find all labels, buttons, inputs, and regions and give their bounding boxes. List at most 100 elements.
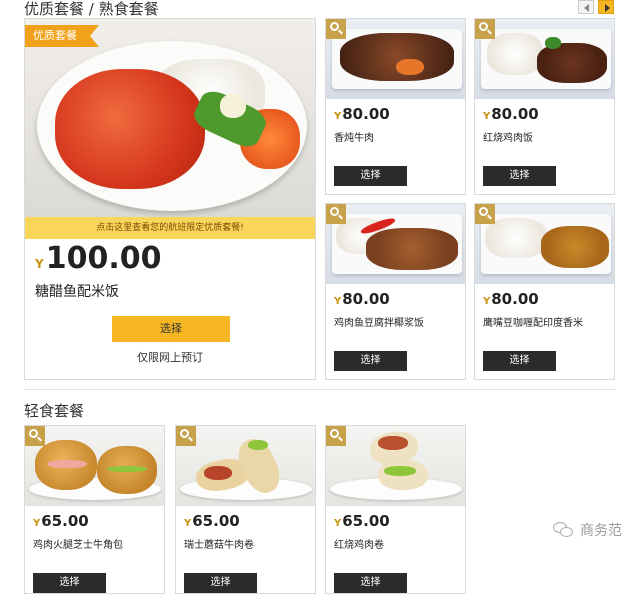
herb-garnish xyxy=(545,37,561,49)
lettuce-filling xyxy=(248,440,268,450)
price-value: 80.00 xyxy=(491,105,539,123)
meal-card[interactable]: Y80.00 鹰嘴豆咖喱配印度香米 选择 xyxy=(474,203,615,380)
cauliflower xyxy=(220,94,246,118)
select-button[interactable]: 选择 xyxy=(334,351,407,371)
rice xyxy=(487,33,543,75)
meal-price: Y80.00 xyxy=(334,290,390,308)
beef-stew xyxy=(340,33,454,81)
chickpea-curry xyxy=(541,226,609,268)
chicken-filling xyxy=(378,436,408,450)
meal-image[interactable] xyxy=(176,426,315,506)
meal-image[interactable] xyxy=(326,426,465,506)
select-button[interactable]: 选择 xyxy=(334,166,407,186)
price-value: 80.00 xyxy=(342,290,390,308)
lens-handle xyxy=(37,436,42,442)
meal-card[interactable]: Y80.00 香炖牛肉 选择 xyxy=(325,18,466,195)
meal-name: 鸡肉鱼豆腐拌椰浆饭 xyxy=(334,318,424,329)
currency-symbol: Y xyxy=(35,257,44,271)
currency-symbol: Y xyxy=(483,111,491,122)
zoom-icon[interactable] xyxy=(326,426,346,446)
price-value: 65.00 xyxy=(192,512,240,530)
meal-price: Y65.00 xyxy=(184,512,240,530)
select-button[interactable]: 选择 xyxy=(184,573,257,593)
meal-image[interactable] xyxy=(25,426,164,506)
currency-symbol: Y xyxy=(334,518,342,529)
meal-card[interactable]: Y80.00 红烧鸡肉饭 选择 xyxy=(474,18,615,195)
lettuce-filling xyxy=(107,466,147,472)
featured-tag: 优质套餐 xyxy=(25,25,99,47)
meal-price: Y65.00 xyxy=(334,512,390,530)
section-divider xyxy=(24,389,616,390)
zoom-icon[interactable] xyxy=(326,19,346,39)
meal-image[interactable] xyxy=(326,19,465,99)
featured-price: Y100.00 xyxy=(35,241,161,276)
meal-price: Y80.00 xyxy=(334,105,390,123)
carrot-pieces xyxy=(396,59,424,75)
featured-meal-card[interactable]: 优质套餐 点击这里查看您的航班限定优质套餐! Y100.00 糖醋鱼配米饭 选择… xyxy=(24,18,316,380)
meal-name: 红烧鸡肉卷 xyxy=(334,540,384,551)
meal-price: Y80.00 xyxy=(483,290,539,308)
price-value: 80.00 xyxy=(491,290,539,308)
meal-price: Y80.00 xyxy=(483,105,539,123)
watermark: 商务范 xyxy=(553,520,622,540)
meal-image[interactable] xyxy=(475,19,614,99)
triangle-left-icon xyxy=(584,4,589,12)
online-only-note: 仅限网上预订 xyxy=(137,351,203,364)
currency-symbol: Y xyxy=(334,296,342,307)
select-button[interactable]: 选择 xyxy=(334,573,407,593)
pager xyxy=(578,0,614,14)
wrap-filling xyxy=(204,466,232,480)
section-title-light-meals: 轻食套餐 xyxy=(24,402,85,420)
currency-symbol: Y xyxy=(483,296,491,307)
lettuce-filling xyxy=(384,466,416,476)
meal-card[interactable]: Y65.00 鸡肉火腿芝士牛角包 选择 xyxy=(24,425,165,594)
select-button[interactable]: 选择 xyxy=(33,573,106,593)
price-value: 65.00 xyxy=(41,512,89,530)
meal-name: 瑞士蘑菇牛肉卷 xyxy=(184,540,254,551)
lens-handle xyxy=(338,29,343,35)
zoom-icon[interactable] xyxy=(475,19,495,39)
select-button[interactable]: 选择 xyxy=(483,166,556,186)
ham-filling xyxy=(47,460,87,468)
currency-symbol: Y xyxy=(33,518,41,529)
sweet-sour-fish xyxy=(55,69,205,189)
price-value: 80.00 xyxy=(342,105,390,123)
lens-handle xyxy=(338,436,343,442)
currency-symbol: Y xyxy=(334,111,342,122)
triangle-right-icon xyxy=(605,4,610,12)
zoom-icon[interactable] xyxy=(176,426,196,446)
meal-name: 香炖牛肉 xyxy=(334,133,374,144)
meal-name: 鸡肉火腿芝士牛角包 xyxy=(33,540,123,551)
zoom-icon[interactable] xyxy=(475,204,495,224)
zoom-icon[interactable] xyxy=(326,204,346,224)
wechat-icon xyxy=(553,522,575,538)
pager-prev-button[interactable] xyxy=(578,0,594,14)
meal-name: 红烧鸡肉饭 xyxy=(483,133,533,144)
pager-next-button[interactable] xyxy=(598,0,614,14)
lens-handle xyxy=(338,214,343,220)
lens-handle xyxy=(487,29,492,35)
chicken-tofu xyxy=(366,228,458,270)
zoom-icon[interactable] xyxy=(25,426,45,446)
lens-handle xyxy=(487,214,492,220)
meal-card[interactable]: Y80.00 鸡肉鱼豆腐拌椰浆饭 选择 xyxy=(325,203,466,380)
price-value: 100.00 xyxy=(45,241,162,276)
meal-card[interactable]: Y65.00 瑞士蘑菇牛肉卷 选择 xyxy=(175,425,316,594)
meal-name: 鹰嘴豆咖喱配印度香米 xyxy=(483,318,583,329)
meal-image[interactable] xyxy=(475,204,614,284)
currency-symbol: Y xyxy=(184,518,192,529)
meal-price: Y65.00 xyxy=(33,512,89,530)
price-value: 65.00 xyxy=(342,512,390,530)
braised-chicken xyxy=(537,43,607,83)
section-title-premium: 优质套餐 / 熟食套餐 xyxy=(24,0,159,18)
watermark-text: 商务范 xyxy=(580,523,622,539)
basmati-rice xyxy=(485,218,547,258)
lens-handle xyxy=(188,436,193,442)
featured-meal-image[interactable] xyxy=(25,19,315,217)
select-button[interactable]: 选择 xyxy=(483,351,556,371)
meal-card[interactable]: Y65.00 红烧鸡肉卷 选择 xyxy=(325,425,466,594)
featured-select-button[interactable]: 选择 xyxy=(112,316,230,342)
meal-image[interactable] xyxy=(326,204,465,284)
featured-meal-name: 糖醋鱼配米饭 xyxy=(35,284,119,300)
promo-banner-link[interactable]: 点击这里查看您的航班限定优质套餐! xyxy=(25,217,315,239)
